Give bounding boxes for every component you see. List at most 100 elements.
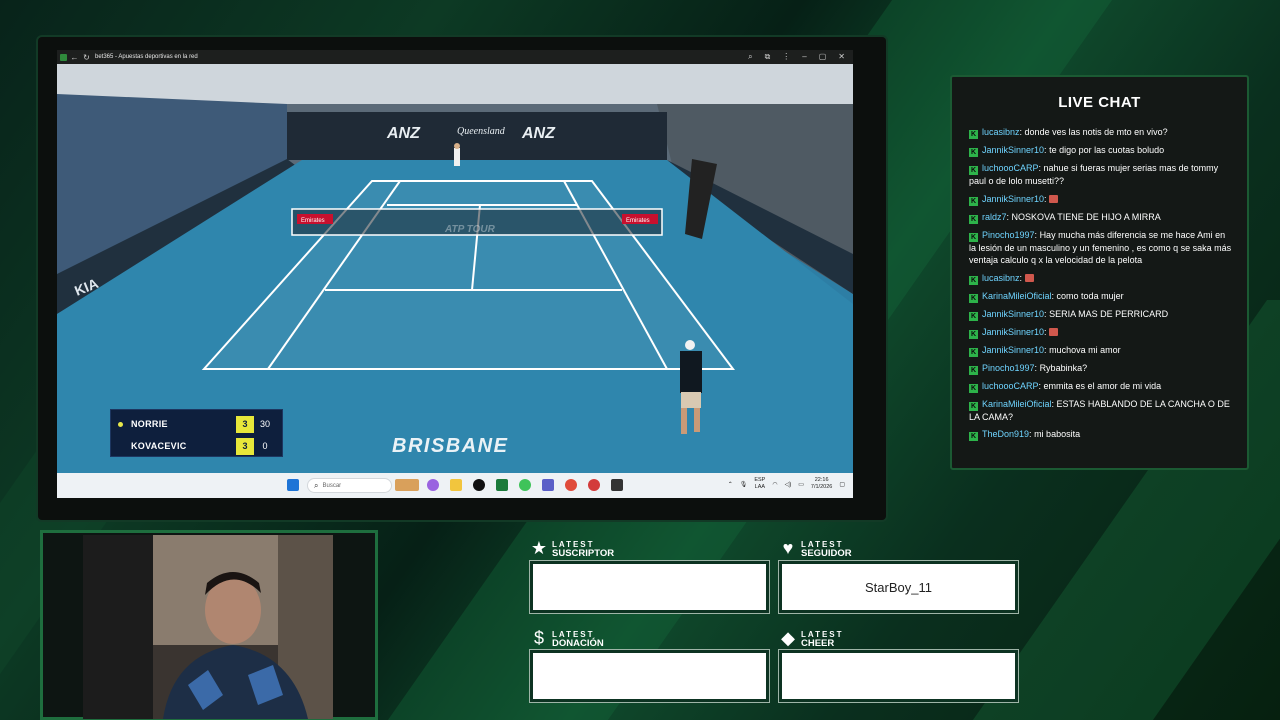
chat-username[interactable]: luchoooCARP — [982, 381, 1039, 391]
close-icon[interactable]: ✕ — [838, 52, 845, 62]
chat-username[interactable]: lucasibnz — [982, 273, 1020, 283]
sticky-notes-icon[interactable] — [611, 479, 623, 491]
kick-badge-icon: K — [969, 196, 978, 206]
battery-icon[interactable]: ▭ — [798, 481, 804, 488]
net-emirates-right: Emirates — [626, 218, 650, 224]
microphone-icon[interactable]: 🎙︎ — [740, 481, 748, 488]
language-indicator[interactable]: ESP LAA — [754, 477, 765, 491]
chat-message: K JannikSinner10: muchova mi amor — [969, 344, 1121, 357]
chat-text: mi babosita — [1034, 429, 1081, 439]
emote-icon — [1049, 194, 1059, 203]
player-name: KOVACEVIC — [131, 441, 187, 451]
kick-badge-icon: K — [969, 293, 978, 303]
player-points: 30 — [259, 419, 270, 429]
kick-badge-icon: K — [969, 432, 978, 441]
restore-icon[interactable]: ▢ — [819, 52, 827, 62]
chat-message: K JannikSinner10: — [969, 326, 1234, 339]
kick-badge-icon: K — [969, 214, 978, 224]
chat-username[interactable]: JannikSinner10 — [982, 345, 1044, 355]
chat-message: K Pinocho1997: Rybabinka? — [969, 362, 1088, 375]
kick-badge-icon: K — [969, 365, 978, 375]
latest-cheer-header: ◆ LATEST CHEER — [778, 628, 844, 649]
news-widget-icon[interactable] — [395, 479, 419, 491]
player-sets: 3 — [236, 415, 254, 433]
latest-follower-header: ♥ LATEST SEGUIDOR — [778, 538, 852, 559]
chat-message: K JannikSinner10: — [969, 193, 1234, 206]
chat-text: donde ves las notis de mto en vivo? — [1024, 127, 1168, 137]
player-name: NORRIE — [131, 419, 168, 429]
chat-message: K JannikSinner10: te digo por las cuotas … — [969, 145, 1165, 157]
emote-icon — [1024, 273, 1034, 282]
chat-message: K KarinaMileiOficial: como toda mujer — [969, 290, 1124, 303]
kick-badge-icon: K — [969, 329, 978, 339]
near-player-shirt — [680, 351, 702, 393]
score-row-player-1: NORRIE 3 30 — [111, 413, 284, 435]
chat-username[interactable]: JannikSinner10 — [982, 194, 1044, 204]
zoom-icon[interactable]: ⌕ — [748, 52, 752, 62]
chat-text: Rybabinka? — [1039, 362, 1088, 373]
app-icon[interactable] — [588, 479, 600, 491]
chat-title: LIVE CHAT — [1058, 94, 1141, 111]
chat-text: como toda mujer — [1056, 290, 1124, 301]
kick-badge-icon: K — [969, 347, 978, 357]
chat-username[interactable]: lucasibnz — [982, 127, 1020, 137]
chat-username[interactable]: Pinocho1997 — [982, 230, 1035, 240]
net-atp-tour: ATP TOUR — [444, 224, 496, 235]
tennis-video-stream[interactable]: ANZ Queensland ANZ KIA Emirates Emirates… — [57, 64, 853, 473]
chat-username[interactable]: raldz7 — [982, 212, 1007, 222]
teams-icon[interactable] — [542, 479, 554, 491]
chat-message-list: Klucasibnz: donde ves las notis de mto e… — [969, 126, 1234, 446]
dollar-icon: $ — [533, 628, 544, 648]
serve-indicator-icon — [118, 421, 123, 427]
player-points: 0 — [262, 441, 268, 451]
windows-taskbar: ⌕ Buscar ⌃ 🎙︎ ESP LAA ◠ ◁) ▭ 22:16 7/1/202… — [57, 473, 853, 498]
clock[interactable]: 22:16 7/1/2026 — [811, 477, 832, 491]
near-player-shorts — [681, 392, 701, 408]
chevron-up-icon[interactable]: ⌃ — [728, 481, 733, 488]
chat-message: KluchoooCARP: nahue si fueras mujer seri… — [969, 163, 1219, 186]
latest-donation-header: $ LATEST DONACIÓN — [529, 628, 604, 649]
wifi-icon[interactable]: ◠ — [772, 481, 777, 488]
chat-username[interactable]: TheDon919 — [982, 429, 1029, 439]
extensions-icon[interactable]: ⧉ — [765, 52, 771, 62]
search-placeholder: Buscar — [322, 482, 342, 489]
net-emirates-left: Emirates — [301, 218, 325, 224]
kick-badge-icon: K — [969, 383, 978, 393]
chat-text: SERIA MAS DE PERRICARD — [1049, 308, 1169, 319]
chat-text: NOSKOVA TIENE DE HIJO A MIRRA — [1011, 211, 1161, 222]
copilot-icon[interactable] — [427, 479, 439, 491]
chat-username[interactable]: JannikSinner10 — [982, 327, 1044, 337]
whatsapp-icon[interactable] — [519, 479, 531, 491]
tiktok-icon[interactable] — [473, 479, 485, 491]
chat-username[interactable]: Pinocho1997 — [982, 363, 1035, 373]
refresh-icon[interactable]: ↻ — [82, 53, 91, 62]
search-icon: ⌕ — [314, 480, 319, 490]
back-arrow-icon[interactable]: ← — [70, 53, 79, 62]
near-player-leg — [694, 408, 700, 432]
chat-username[interactable]: JannikSinner10 — [982, 309, 1044, 319]
webcam-frame — [40, 530, 378, 720]
chat-username[interactable]: JannikSinner10 — [982, 145, 1044, 155]
chat-message: K Pinocho1997: Hay mucha más diferencia s… — [969, 229, 1232, 265]
star-icon: ★ — [530, 538, 548, 558]
volume-icon[interactable]: ◁) — [785, 481, 792, 488]
windows-start-icon[interactable] — [287, 479, 299, 491]
chat-username[interactable]: KarinaMileiOficial — [982, 399, 1052, 409]
chat-message: K KarinaMileiOficial: ESTAS HABLANDO DE L… — [969, 398, 1230, 422]
sponsor-queensland: Queensland — [457, 126, 506, 137]
chat-username[interactable]: luchoooCARP — [982, 163, 1039, 173]
kick-badge-icon: K — [969, 311, 978, 321]
chrome-icon[interactable] — [565, 479, 577, 491]
chat-message: K TheDon919: mi babosita — [969, 429, 1081, 441]
sky-tents — [57, 64, 853, 104]
chat-username[interactable]: KarinaMileiOficial — [982, 291, 1052, 301]
bet365-taskbar-icon[interactable] — [496, 479, 508, 491]
notification-icon[interactable]: ▢ — [839, 481, 845, 488]
latest-cheer-box — [778, 649, 1019, 703]
chat-text: muchova mi amor — [1049, 344, 1121, 355]
menu-icon[interactable]: ⋮ — [782, 52, 790, 62]
minimize-icon[interactable]: – — [802, 52, 806, 62]
far-player — [454, 148, 460, 166]
taskbar-search-input[interactable]: ⌕ Buscar — [307, 478, 392, 493]
file-explorer-icon[interactable] — [450, 479, 462, 491]
